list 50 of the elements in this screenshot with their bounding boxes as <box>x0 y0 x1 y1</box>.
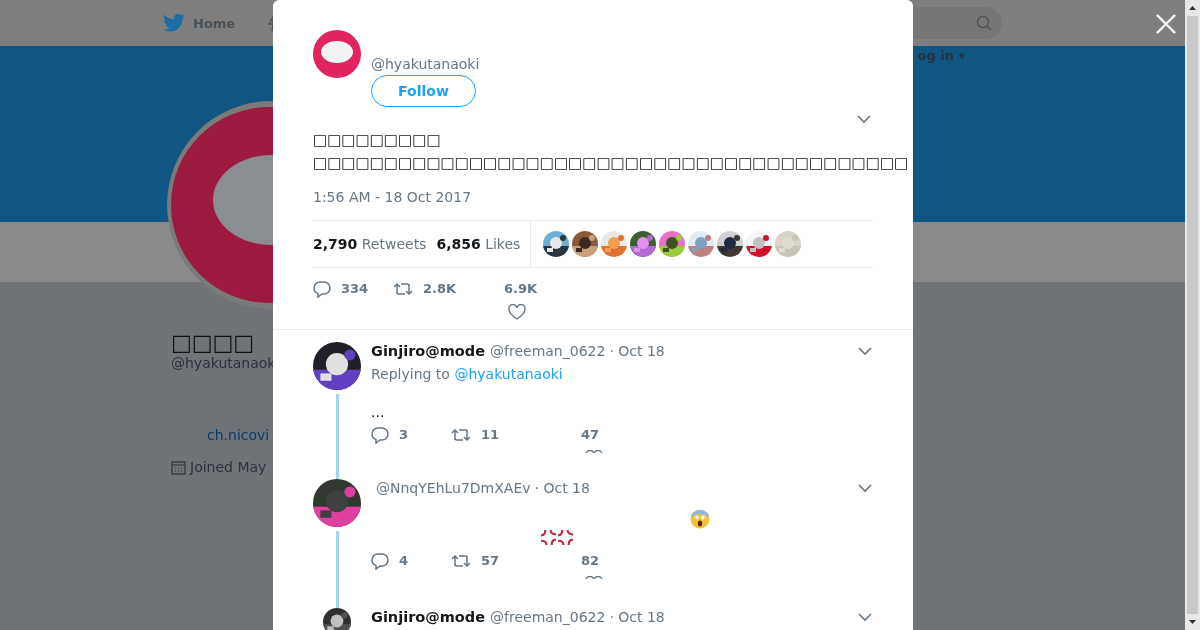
stat-count[interactable]: 6,856 Likes <box>436 236 521 252</box>
ring-avatar-icon <box>313 30 361 78</box>
reply-count: 3 <box>399 426 409 444</box>
chevron-icon[interactable] <box>858 483 872 493</box>
profile-handle: @hyakutanaok <box>171 355 276 371</box>
chevron-icon[interactable] <box>858 612 872 622</box>
heart-icon[interactable] <box>508 304 526 320</box>
retweet-icon[interactable] <box>451 427 471 443</box>
chevron-icon[interactable] <box>857 115 871 124</box>
like-count: 82 <box>581 552 601 570</box>
retweet-count: 11 <box>481 426 500 444</box>
anger-symbol-icon <box>557 529 574 546</box>
scrollbar-drawing[interactable] <box>1185 0 1200 630</box>
retweet-icon[interactable] <box>451 553 471 569</box>
joined-date: Joined May <box>190 459 267 475</box>
scream-face-icon <box>690 509 710 529</box>
reply-text: ... <box>371 404 386 420</box>
chevron-icon[interactable] <box>858 346 872 356</box>
replying-to: Replying to @hyakutanaoki <box>371 366 564 382</box>
calendar-icon <box>171 459 186 475</box>
stat-count[interactable]: 2,790 Retweets <box>313 236 427 252</box>
reply-handle[interactable]: @NnqYEhLu7DmXAEv <box>376 479 531 497</box>
reply-icon[interactable] <box>313 280 331 298</box>
reply-handle[interactable]: @freeman_0622 <box>490 608 606 626</box>
reply-author[interactable]: Ginjiro@mode <box>371 608 486 626</box>
anger-symbol-icon <box>540 529 557 546</box>
like-count: 47 <box>581 426 601 444</box>
reply-icon[interactable] <box>371 552 389 570</box>
bird-icon <box>163 14 185 32</box>
reply-icon[interactable] <box>371 426 389 444</box>
reply-author[interactable]: Ginjiro@mode <box>371 342 486 360</box>
close-button[interactable] <box>1154 12 1178 36</box>
follow-button[interactable]: Follow <box>371 75 476 107</box>
reply-date: · Oct 18 <box>609 342 665 360</box>
reply-handle[interactable]: @freeman_0622 <box>490 342 606 360</box>
author-handle[interactable]: @hyakutanaoki <box>371 56 480 72</box>
like-count: 6.9K <box>504 280 539 298</box>
reply-count: 4 <box>399 552 409 570</box>
reply-date: · Oct 18 <box>534 479 590 497</box>
tweet-text: □□□□□□□□□ □□□□□□□□□□□□□□□□□□□□□□□□□□□□□□□□□□□□□□□□□□ <box>313 130 909 174</box>
retweet-count: 2.8K <box>423 280 457 298</box>
profile-name: □□□□ <box>171 330 255 355</box>
search-icon <box>976 15 992 31</box>
tweet-time: 1:56 AM - 18 Oct 2017 <box>313 189 473 205</box>
retweet-icon[interactable] <box>393 281 413 297</box>
mention-link[interactable]: @hyakutanaoki <box>454 366 563 382</box>
reply-date: · Oct 18 <box>609 608 665 626</box>
reply-count: 334 <box>341 280 369 298</box>
profile-link[interactable]: ch.nicovi <box>207 427 270 443</box>
retweet-count: 57 <box>481 552 500 570</box>
